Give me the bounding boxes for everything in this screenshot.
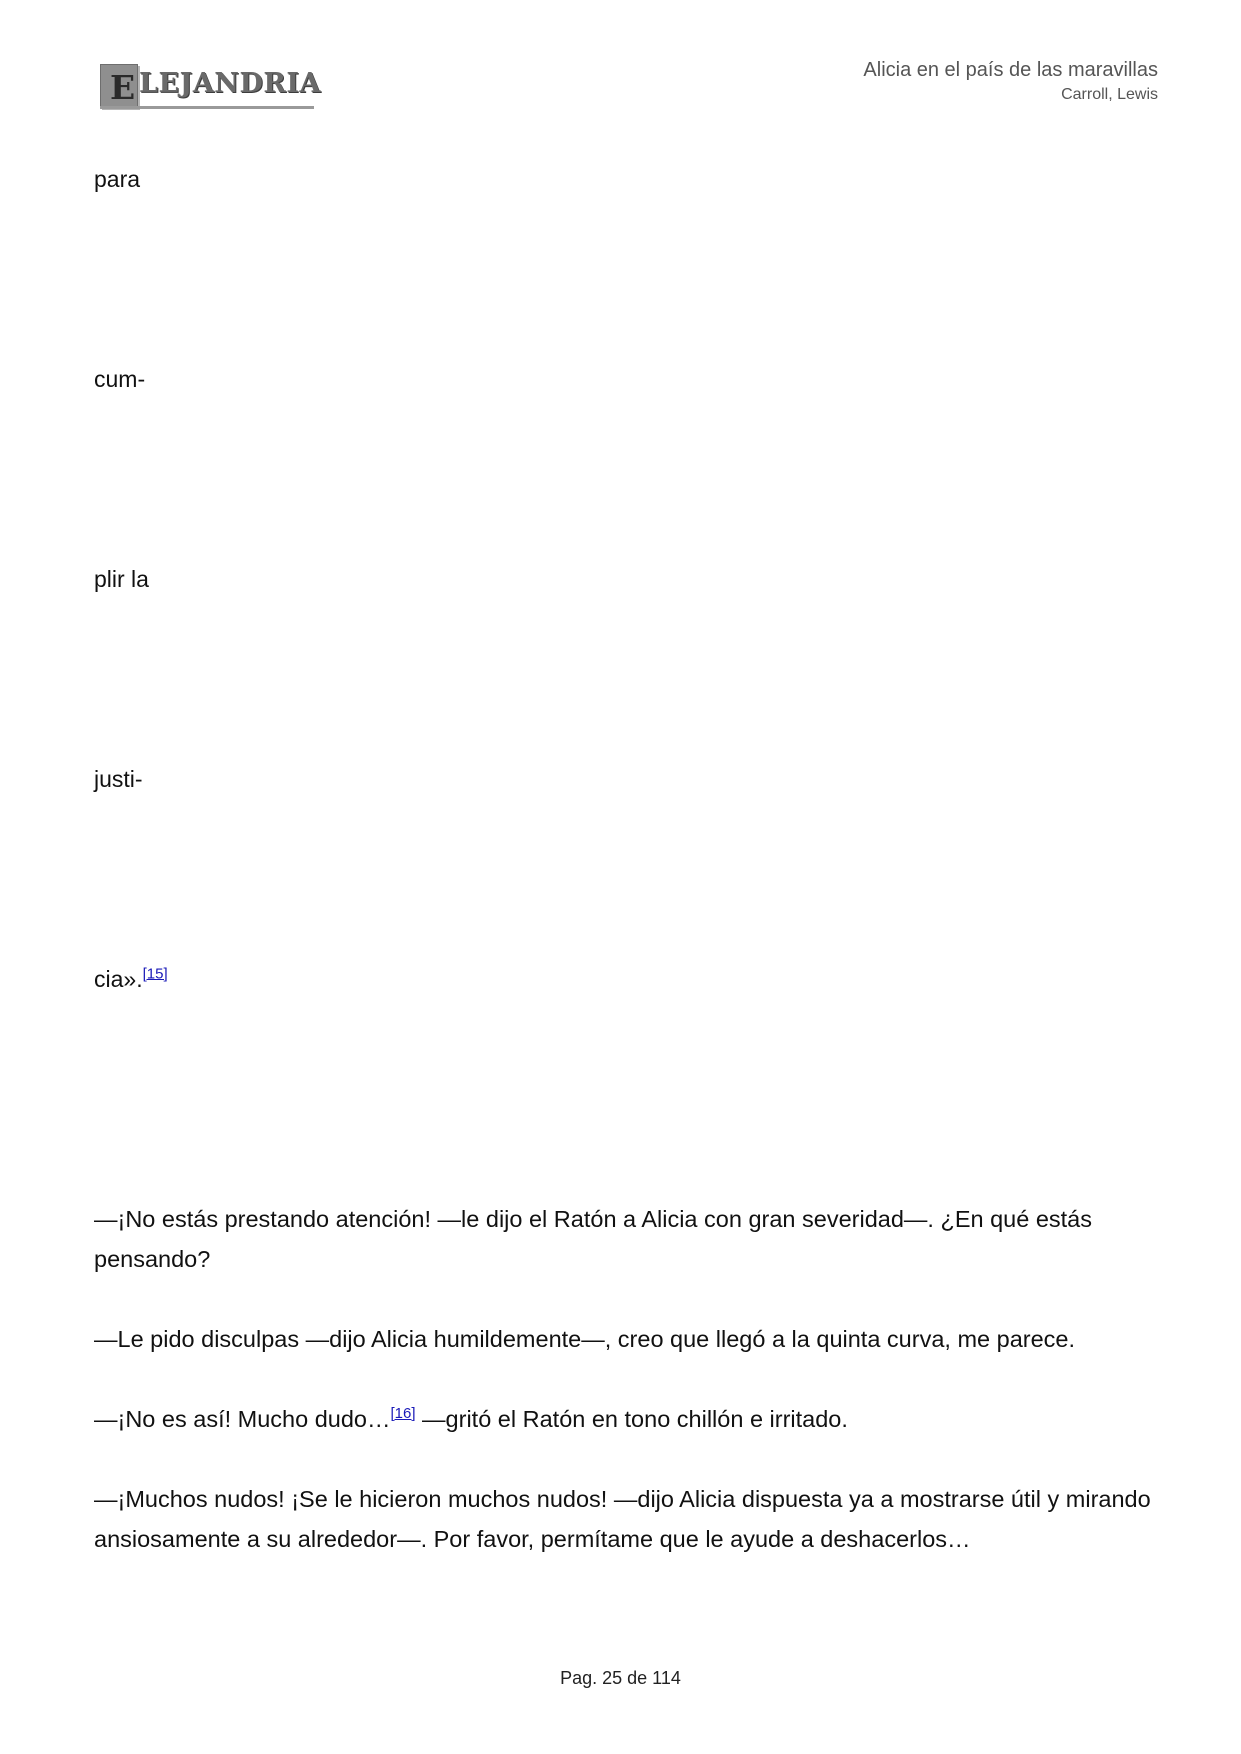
book-author: Carroll, Lewis [1061,86,1158,103]
poem-line-5-text: cia». [94,966,143,992]
page-number: Pag. 25 de 114 [560,1668,681,1688]
poem-line-1: para [94,166,141,192]
paragraph-3: —¡No es así! Mucho dudo…[16] —gritó el R… [94,1399,1159,1439]
logo-book-icon: E [100,64,138,108]
footnote-link-16[interactable]: [16] [391,1405,416,1422]
poem-line-5: cia».[15] [94,966,168,993]
poem-line-4: justi- [94,766,143,792]
document-page: E LEJANDRIA Alicia en el país de las mar… [0,0,1241,1754]
poem-line-2: cum- [94,366,146,392]
book-title: Alicia en el país de las maravillas [863,59,1158,81]
logo-underline [100,106,314,109]
paragraph-3-end: —gritó el Ratón en tono chillón e irrita… [415,1406,848,1432]
elejandria-logo: E LEJANDRIA [97,62,320,112]
paragraph-3-start: —¡No es así! Mucho dudo… [94,1406,391,1432]
paragraph-2: —Le pido disculpas —dijo Alicia humildem… [94,1326,1076,1352]
footnote-link-15[interactable]: [15] [143,965,168,982]
poem-line-3: plir la [94,566,149,592]
logo-wordmark: LEJANDRIA [139,68,321,99]
paragraph-1: —¡No estás prestando atención! —le dijo … [94,1206,1092,1272]
logo-initial: E [110,68,136,107]
paragraph-4: —¡Muchos nudos! ¡Se le hicieron muchos n… [94,1486,1151,1552]
